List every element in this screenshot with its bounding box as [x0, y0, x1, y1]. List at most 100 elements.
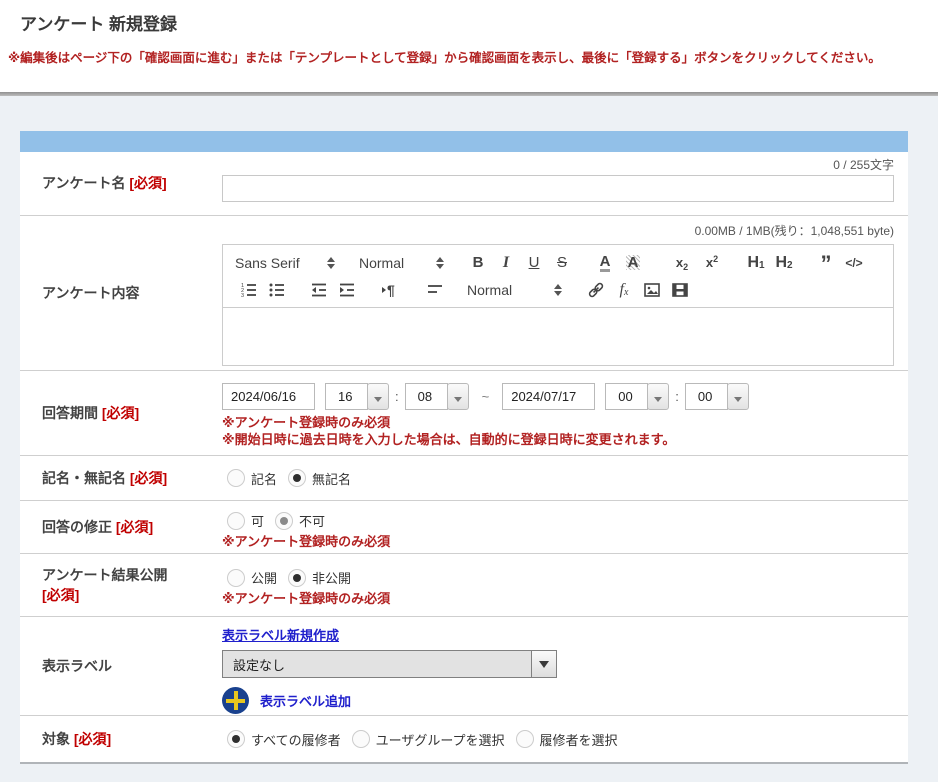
- row-survey-content: アンケート内容 0.00MB / 1MB(残り：1,048,551 byte) …: [20, 215, 908, 370]
- period-note-2: ※開始日時に過去日時を入力した場合は、自動的に登録日時に変更されます。: [222, 431, 894, 448]
- target-label: 対象: [42, 731, 70, 747]
- radio-unselected-icon[interactable]: [352, 730, 370, 748]
- image-button[interactable]: [638, 278, 666, 302]
- ordered-list-button[interactable]: 123: [235, 278, 263, 302]
- end-minute-select[interactable]: 00: [685, 383, 749, 410]
- display-label-label: 表示ラベル: [42, 658, 112, 674]
- dropdown-arrow-icon[interactable]: [367, 383, 389, 410]
- add-display-label-icon[interactable]: [222, 687, 249, 714]
- period-note-1: ※アンケート登録時のみ必須: [222, 414, 894, 431]
- start-date-input[interactable]: [222, 383, 315, 410]
- video-button[interactable]: [666, 278, 694, 302]
- required-badge: [必須]: [130, 470, 167, 486]
- radio-unselected-icon[interactable]: [516, 730, 534, 748]
- row-display-label: 表示ラベル 表示ラベル新規作成 設定なし 表示ラベル追加: [20, 616, 908, 715]
- start-minute-select[interactable]: 08: [405, 383, 469, 410]
- dropdown-arrow-icon[interactable]: [447, 383, 469, 410]
- modification-note: ※アンケート登録時のみ必須: [222, 533, 894, 550]
- required-badge: [必須]: [116, 519, 153, 535]
- text-color-button[interactable]: A: [591, 251, 619, 275]
- required-badge: [必須]: [129, 175, 166, 191]
- picker-arrows-icon: [554, 284, 562, 296]
- end-date-input[interactable]: [502, 383, 595, 410]
- size-picker[interactable]: Normal: [359, 255, 444, 271]
- display-label-select[interactable]: 設定なし: [222, 650, 557, 678]
- radio-option-mukimei[interactable]: 無記名: [288, 469, 351, 488]
- radio-option-kokai[interactable]: 公開: [227, 568, 277, 587]
- radio-selected-icon[interactable]: [288, 469, 306, 487]
- radio-unselected-icon[interactable]: [227, 469, 245, 487]
- radio-selected-icon[interactable]: [275, 512, 293, 530]
- background-color-button[interactable]: A: [619, 251, 647, 275]
- radio-option-user-group[interactable]: ユーザグループを選択: [352, 730, 505, 749]
- page-header: アンケート 新規登録 ※編集後はページ下の「確認画面に進む」または「テンプレート…: [0, 0, 938, 92]
- radio-selected-icon[interactable]: [288, 569, 306, 587]
- rich-text-editor: Sans Serif Normal B I U S A: [222, 244, 894, 366]
- bold-button[interactable]: B: [464, 251, 492, 275]
- header2-button[interactable]: H2: [770, 251, 798, 275]
- required-badge: [必須]: [74, 731, 111, 747]
- radio-selected-icon[interactable]: [227, 730, 245, 748]
- table-header-bar: [20, 131, 908, 152]
- editor-content-area[interactable]: [223, 308, 893, 365]
- formula-button[interactable]: fx: [610, 278, 638, 302]
- start-hour-select[interactable]: 16: [325, 383, 389, 410]
- blockquote-button[interactable]: ”: [812, 251, 840, 275]
- indent-button[interactable]: [333, 278, 361, 302]
- required-badge: [必須]: [102, 405, 139, 421]
- anonymity-label: 記名・無記名: [42, 470, 126, 486]
- svg-text:3: 3: [241, 293, 244, 299]
- row-anonymity: 記名・無記名 [必須] 記名 無記名: [20, 455, 908, 500]
- row-survey-name: アンケート名 [必須] 0 / 255文字: [20, 152, 908, 215]
- font-picker[interactable]: Sans Serif: [235, 255, 335, 271]
- italic-button[interactable]: I: [492, 251, 520, 275]
- line-height-picker[interactable]: Normal: [467, 282, 562, 298]
- create-display-label-link[interactable]: 表示ラベル新規作成: [222, 628, 339, 643]
- header1-button[interactable]: H1: [742, 251, 770, 275]
- required-badge: [必須]: [42, 585, 167, 605]
- strike-button[interactable]: S: [548, 251, 576, 275]
- row-modification: 回答の修正 [必須] 可 不可 ※アンケート登録時のみ必須: [20, 500, 908, 553]
- result-publish-label: アンケート結果公開: [42, 567, 167, 583]
- align-button[interactable]: [421, 278, 449, 302]
- char-counter: 0 / 255文字: [222, 158, 894, 172]
- link-button[interactable]: [582, 278, 610, 302]
- row-target: 対象 [必須] すべての履修者 ユーザグループを選択 履修者を選択: [20, 715, 908, 762]
- picker-arrows-icon: [327, 257, 335, 269]
- radio-option-ka[interactable]: 可: [227, 511, 264, 530]
- editor-toolbar: Sans Serif Normal B I U S A: [223, 245, 893, 308]
- radio-option-select-students[interactable]: 履修者を選択: [516, 730, 618, 749]
- modification-label: 回答の修正: [42, 519, 112, 535]
- radio-option-fuka[interactable]: 不可: [275, 511, 325, 530]
- dropdown-arrow-icon[interactable]: [647, 383, 669, 410]
- period-label: 回答期間: [42, 405, 98, 421]
- page-notice: ※編集後はページ下の「確認画面に進む」または「テンプレートとして登録」から確認画…: [8, 47, 881, 66]
- superscript-button[interactable]: x2: [697, 251, 727, 275]
- dropdown-arrow-icon[interactable]: [727, 383, 749, 410]
- picker-arrows-icon: [436, 257, 444, 269]
- radio-option-all-students[interactable]: すべての履修者: [227, 730, 341, 749]
- row-result-publish: アンケート結果公開 [必須] 公開 非公開 ※アンケート登録時のみ必須: [20, 553, 908, 616]
- radio-unselected-icon[interactable]: [227, 569, 245, 587]
- select-arrow-icon[interactable]: [531, 651, 556, 677]
- code-block-button[interactable]: </>: [840, 251, 868, 275]
- underline-button[interactable]: U: [520, 251, 548, 275]
- radio-option-kimei[interactable]: 記名: [227, 469, 277, 488]
- page-title: アンケート 新規登録: [20, 10, 177, 35]
- size-counter: 0.00MB / 1MB(残り：1,048,551 byte): [222, 224, 894, 238]
- survey-name-label: アンケート名: [42, 175, 125, 191]
- survey-name-input[interactable]: [222, 175, 894, 202]
- subscript-button[interactable]: x2: [667, 251, 697, 275]
- radio-unselected-icon[interactable]: [227, 512, 245, 530]
- page-content: アンケート名 [必須] 0 / 255文字 アンケート内容 0.00MB / 1…: [0, 96, 938, 782]
- row-answer-period: 回答期間 [必須] 16 : 08 ~: [20, 370, 908, 455]
- end-hour-select[interactable]: 00: [605, 383, 669, 410]
- outdent-button[interactable]: [305, 278, 333, 302]
- survey-form-table: アンケート名 [必須] 0 / 255文字 アンケート内容 0.00MB / 1…: [20, 131, 908, 764]
- radio-option-hikokai[interactable]: 非公開: [288, 568, 351, 587]
- result-publish-note: ※アンケート登録時のみ必須: [222, 590, 894, 607]
- svg-text:¶: ¶: [387, 282, 395, 298]
- add-display-label-link[interactable]: 表示ラベル追加: [260, 691, 351, 710]
- direction-button[interactable]: ¶: [375, 278, 403, 302]
- bullet-list-button[interactable]: [263, 278, 291, 302]
